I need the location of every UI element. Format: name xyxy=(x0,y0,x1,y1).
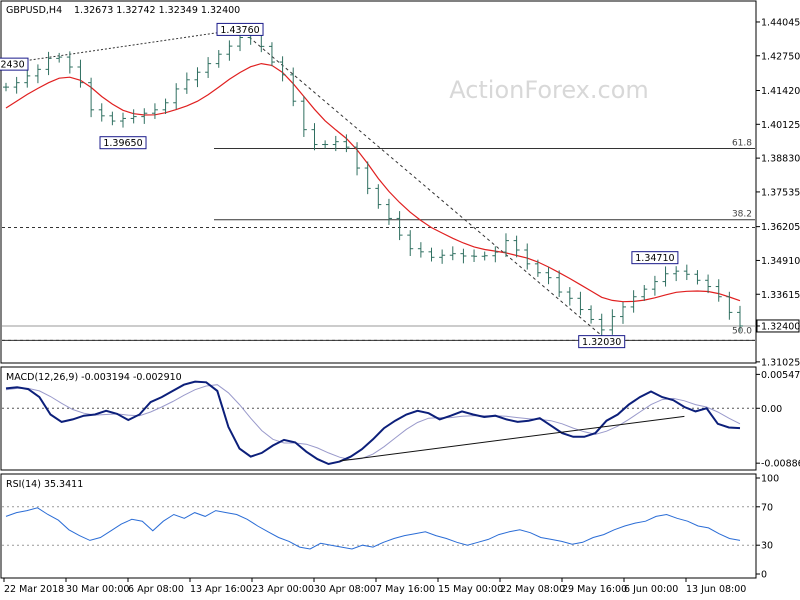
time-tick-label: 13 Apr 16:00 xyxy=(190,584,252,595)
macd-tick-label: 0.00547 xyxy=(761,370,800,381)
swing-label-text: 1.39650 xyxy=(103,138,142,149)
time-tick-label: 22 May 08:00 xyxy=(500,584,565,595)
swing-label: 1.43760 xyxy=(216,22,264,36)
rsi-tick-label: 100 xyxy=(761,474,779,485)
price-tick-label: 1.44045 xyxy=(761,17,800,28)
swing-label-text: 1.32030 xyxy=(582,337,621,348)
price-tick-label: 1.36205 xyxy=(761,222,800,233)
chart-symbol: GBPUSD,H4 xyxy=(6,5,62,16)
time-tick-label: 23 Apr 00:00 xyxy=(252,584,314,595)
price-pane[interactable]: ActionForex.com 61.8 38.2 50.0 1.43760 1.396… xyxy=(0,0,757,364)
chart-ohlc: 1.32673 1.32742 1.32349 1.32400 xyxy=(74,5,240,16)
swing-label-text: 1.42430 xyxy=(0,60,25,71)
price-tick-label: 1.40125 xyxy=(761,120,800,131)
price-tick-label: 1.34910 xyxy=(761,256,800,267)
price-tick-label: 1.41420 xyxy=(761,86,800,97)
macd-tick-label: -0.00886 xyxy=(761,459,800,470)
swing-label: 1.32030 xyxy=(578,335,626,349)
swing-label: 1.42430 xyxy=(0,57,29,71)
macd-title: MACD(12,26,9) -0.003194 -0.002910 xyxy=(6,372,182,383)
time-tick-label: 6 Jun 00:00 xyxy=(624,584,678,595)
swing-label-text: 1.34710 xyxy=(635,253,674,264)
fib-label-1: 38.2 xyxy=(732,210,752,220)
price-tick-label: 1.32400 xyxy=(761,321,800,332)
watermark: ActionForex.com xyxy=(449,76,649,104)
swing-label: 1.34710 xyxy=(631,251,679,265)
swing-label-text: 1.43760 xyxy=(220,25,259,36)
time-tick-label: 7 May 16:00 xyxy=(376,584,435,595)
forex-chart[interactable]: ActionForex.com 61.8 38.2 50.0 1.43760 1.396… xyxy=(0,0,800,600)
time-tick-label: 13 Jun 08:00 xyxy=(686,584,746,595)
swing-label: 1.39650 xyxy=(99,136,147,150)
rsi-tick-label: 30 xyxy=(761,541,773,552)
time-tick-label: 22 Mar 2018 xyxy=(4,584,64,595)
time-tick-label: 6 Apr 08:00 xyxy=(128,584,184,595)
price-tick-label: 1.31025 xyxy=(761,357,800,368)
rsi-pane[interactable]: RSI(14) 35.3411 xyxy=(0,473,757,579)
price-tick-label: 1.38830 xyxy=(761,154,800,165)
time-tick-label: 30 Apr 08:00 xyxy=(314,584,376,595)
time-tick-label: 30 Mar 00:00 xyxy=(66,584,129,595)
price-tick-label: 1.37535 xyxy=(761,187,800,198)
macd-pane[interactable]: MACD(12,26,9) -0.003194 -0.002910 xyxy=(0,366,757,471)
rsi-title: RSI(14) 35.3411 xyxy=(6,479,83,490)
macd-tick-label: 0.00 xyxy=(761,404,782,415)
time-tick-label: 15 May 00:00 xyxy=(438,584,503,595)
price-tick-label: 1.42750 xyxy=(761,51,800,62)
rsi-tick-label: 0 xyxy=(761,570,767,581)
rsi-tick-label: 70 xyxy=(761,502,773,513)
price-tick-label: 1.33615 xyxy=(761,290,800,301)
fib-label-0: 61.8 xyxy=(732,138,752,148)
fib-label-2: 50.0 xyxy=(732,326,752,336)
time-tick-label: 29 May 16:00 xyxy=(562,584,627,595)
